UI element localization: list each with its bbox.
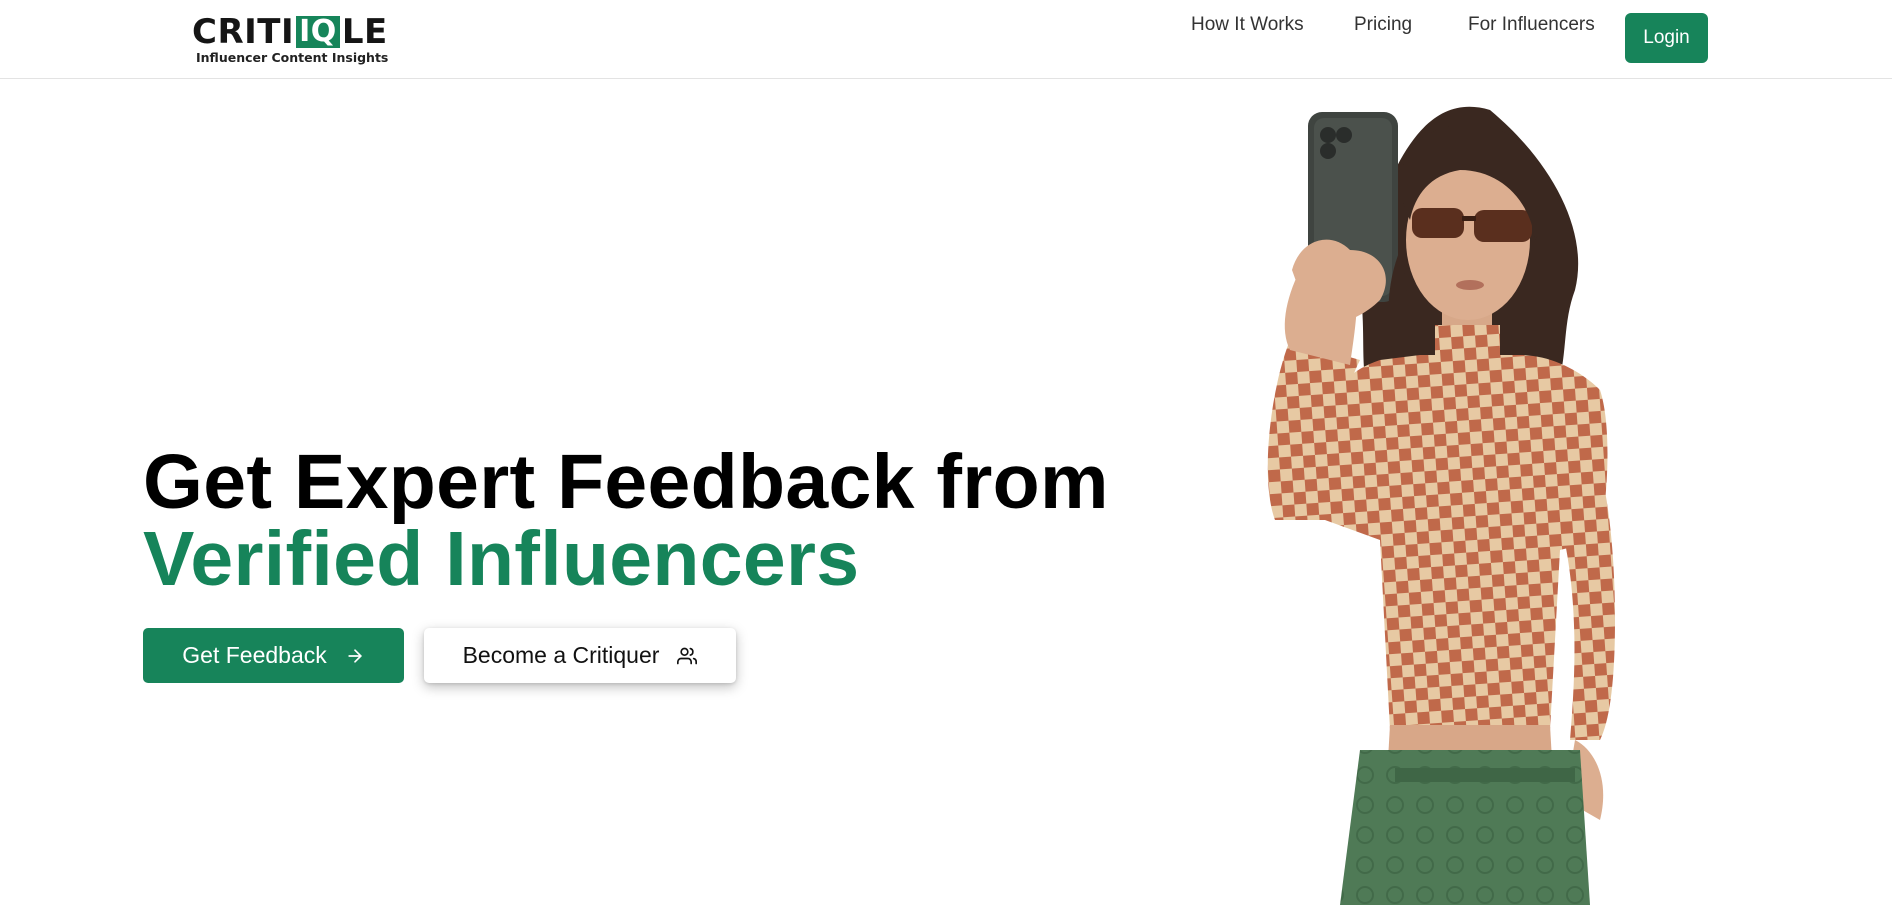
become-critiquer-label: Become a Critiquer	[462, 642, 660, 668]
get-feedback-button[interactable]: Get Feedback	[143, 628, 404, 683]
hero-title-highlight: Verified Influencers	[143, 516, 860, 602]
logo-wordmark: CRITI IQ LE	[192, 12, 388, 52]
hero-title-line1: Get Expert Feedback from	[143, 439, 1109, 525]
arrow-right-icon	[345, 646, 365, 666]
logo-suffix: LE	[341, 12, 388, 52]
nav-pricing[interactable]: Pricing	[1354, 0, 1412, 50]
logo-highlight: IQ	[296, 16, 340, 48]
influencer-selfie-photo	[1230, 100, 1710, 905]
get-feedback-label: Get Feedback	[182, 642, 327, 668]
logo-tagline: Influencer Content Insights	[196, 50, 389, 65]
logo-prefix: CRITI	[192, 12, 295, 52]
site-header: CRITI IQ LE Influencer Content Insights Ho…	[0, 0, 1892, 79]
logo[interactable]: CRITI IQ LE Influencer Content Insights	[192, 12, 388, 66]
login-button[interactable]: Login	[1625, 13, 1708, 63]
nav-for-influencers[interactable]: For Influencers	[1468, 0, 1595, 50]
hero-title: Get Expert Feedback from Verified Influe…	[143, 444, 1143, 598]
users-icon	[677, 646, 698, 666]
become-critiquer-button[interactable]: Become a Critiquer	[424, 628, 736, 683]
nav-how-it-works[interactable]: How It Works	[1191, 0, 1304, 50]
